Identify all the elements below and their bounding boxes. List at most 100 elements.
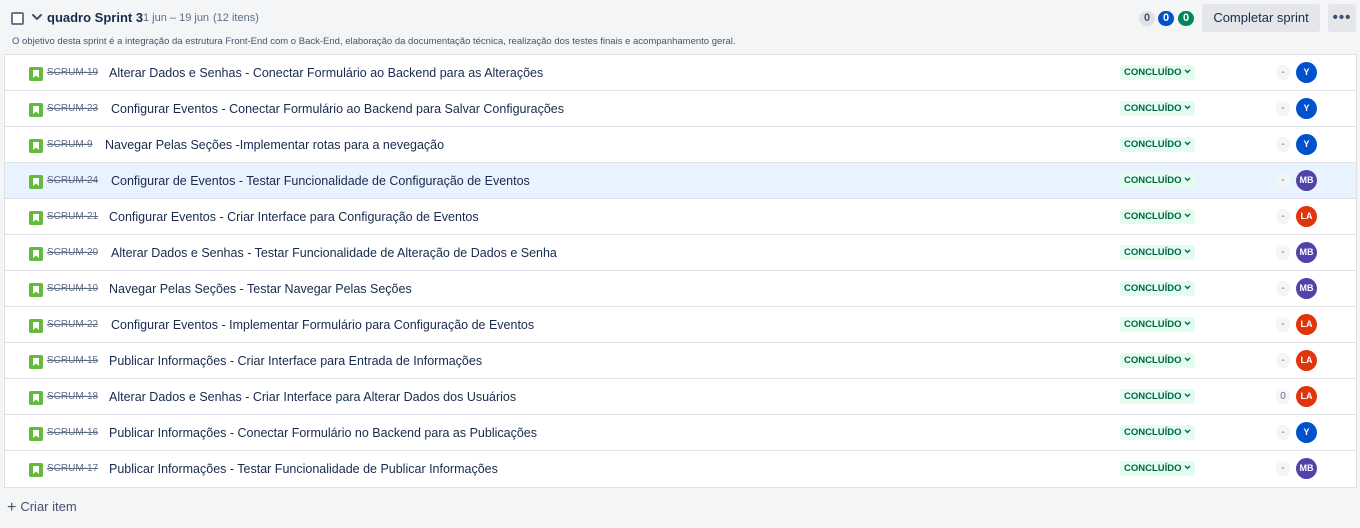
status-label: CONCLUÍDO <box>1124 211 1182 222</box>
story-points-estimate[interactable]: - <box>1276 281 1290 296</box>
status-dropdown[interactable]: CONCLUÍDO <box>1120 461 1195 476</box>
issue-key[interactable]: SCRUM-21 <box>47 211 98 222</box>
issue-key[interactable]: SCRUM-10 <box>47 283 98 294</box>
issue-summary[interactable]: Configurar Eventos - Criar Interface par… <box>109 210 479 224</box>
issue-key[interactable]: SCRUM-17 <box>47 463 98 474</box>
status-dropdown[interactable]: CONCLUÍDO <box>1120 353 1195 368</box>
issue-row[interactable]: SCRUM-10 Navegar Pelas Seções - Testar Na… <box>5 271 1356 307</box>
issue-summary[interactable]: Navegar Pelas Seções -Implementar rotas … <box>105 138 444 152</box>
sprint-goal: O objetivo desta sprint é a integração d… <box>12 36 736 47</box>
plus-icon: + <box>7 499 17 516</box>
assignee-avatar[interactable]: Y <box>1296 422 1317 443</box>
status-dropdown[interactable]: CONCLUÍDO <box>1120 101 1195 116</box>
status-label: CONCLUÍDO <box>1124 175 1182 186</box>
status-label: CONCLUÍDO <box>1124 319 1182 330</box>
issue-summary[interactable]: Configurar Eventos - Implementar Formulá… <box>111 318 534 332</box>
status-dropdown[interactable]: CONCLUÍDO <box>1120 425 1195 440</box>
story-points-estimate[interactable]: - <box>1276 245 1290 260</box>
more-actions-button[interactable]: ••• <box>1328 4 1356 32</box>
issue-key[interactable]: SCRUM-18 <box>47 391 98 402</box>
story-icon <box>29 211 43 225</box>
issue-list: SCRUM-19 Alterar Dados e Senhas - Conecta… <box>4 54 1357 488</box>
issue-summary[interactable]: Publicar Informações - Criar Interface p… <box>109 354 482 368</box>
story-icon <box>29 67 43 81</box>
status-dropdown[interactable]: CONCLUÍDO <box>1120 65 1195 80</box>
complete-sprint-button[interactable]: Completar sprint <box>1202 4 1320 32</box>
issue-key[interactable]: SCRUM-20 <box>47 247 98 258</box>
story-points-estimate[interactable]: - <box>1276 173 1290 188</box>
assignee-avatar[interactable]: Y <box>1296 62 1317 83</box>
story-points-estimate[interactable]: - <box>1276 317 1290 332</box>
issue-row[interactable]: SCRUM-18 Alterar Dados e Senhas - Criar I… <box>5 379 1356 415</box>
issue-summary[interactable]: Configurar de Eventos - Testar Funcional… <box>111 174 530 188</box>
story-points-estimate[interactable]: - <box>1276 461 1290 476</box>
status-dropdown[interactable]: CONCLUÍDO <box>1120 173 1195 188</box>
chevron-down-icon <box>1184 213 1190 218</box>
status-dropdown[interactable]: CONCLUÍDO <box>1120 245 1195 260</box>
sprint-name[interactable]: quadro Sprint 3 <box>47 10 143 25</box>
story-points-estimate[interactable]: - <box>1276 65 1290 80</box>
issue-summary[interactable]: Publicar Informações - Conectar Formulár… <box>109 426 537 440</box>
story-icon <box>29 103 43 117</box>
issue-key[interactable]: SCRUM-24 <box>47 175 98 186</box>
done-count-badge: 0 <box>1178 11 1194 26</box>
issue-key[interactable]: SCRUM-22 <box>47 319 98 330</box>
status-label: CONCLUÍDO <box>1124 139 1182 150</box>
issue-row[interactable]: SCRUM-24 Configurar de Eventos - Testar F… <box>5 163 1356 199</box>
issue-summary[interactable]: Alterar Dados e Senhas - Criar Interface… <box>109 390 516 404</box>
status-dropdown[interactable]: CONCLUÍDO <box>1120 317 1195 332</box>
issue-key[interactable]: SCRUM-16 <box>47 427 98 438</box>
issue-summary[interactable]: Publicar Informações - Testar Funcionali… <box>109 462 498 476</box>
issue-row[interactable]: SCRUM-21 Configurar Eventos - Criar Inter… <box>5 199 1356 235</box>
assignee-avatar[interactable]: MB <box>1296 278 1317 299</box>
sprint-item-count: (12 itens) <box>213 12 259 24</box>
todo-count-badge: 0 <box>1139 11 1155 26</box>
chevron-down-icon[interactable] <box>31 10 43 24</box>
story-points-estimate[interactable]: - <box>1276 425 1290 440</box>
issue-key[interactable]: SCRUM-9 <box>47 139 93 150</box>
issue-key[interactable]: SCRUM-23 <box>47 103 98 114</box>
issue-row[interactable]: SCRUM-23 Configurar Eventos - Conectar Fo… <box>5 91 1356 127</box>
assignee-avatar[interactable]: Y <box>1296 98 1317 119</box>
status-dropdown[interactable]: CONCLUÍDO <box>1120 389 1195 404</box>
story-points-estimate[interactable]: - <box>1276 353 1290 368</box>
assignee-avatar[interactable]: MB <box>1296 170 1317 191</box>
issue-row[interactable]: SCRUM-22 Configurar Eventos - Implementar… <box>5 307 1356 343</box>
assignee-avatar[interactable]: LA <box>1296 386 1317 407</box>
chevron-down-icon <box>1184 249 1190 254</box>
issue-key[interactable]: SCRUM-19 <box>47 67 98 78</box>
issue-row[interactable]: SCRUM-15 Publicar Informações - Criar Int… <box>5 343 1356 379</box>
story-points-estimate[interactable]: - <box>1276 209 1290 224</box>
assignee-avatar[interactable]: LA <box>1296 206 1317 227</box>
issue-row[interactable]: SCRUM-20 Alterar Dados e Senhas - Testar … <box>5 235 1356 271</box>
issue-row[interactable]: SCRUM-17 Publicar Informações - Testar Fu… <box>5 451 1356 487</box>
assignee-avatar[interactable]: Y <box>1296 134 1317 155</box>
assignee-avatar[interactable]: LA <box>1296 350 1317 371</box>
assignee-avatar[interactable]: MB <box>1296 242 1317 263</box>
story-points-estimate[interactable]: - <box>1276 137 1290 152</box>
issue-summary[interactable]: Alterar Dados e Senhas - Conectar Formul… <box>109 66 543 80</box>
chevron-down-icon <box>1184 69 1190 74</box>
story-points-estimate[interactable]: - <box>1276 101 1290 116</box>
issue-summary[interactable]: Alterar Dados e Senhas - Testar Funciona… <box>111 246 557 260</box>
issue-summary[interactable]: Configurar Eventos - Conectar Formulário… <box>111 102 564 116</box>
sprint-select-checkbox[interactable] <box>11 12 24 25</box>
story-icon <box>29 427 43 441</box>
chevron-down-icon <box>1184 429 1190 434</box>
status-dropdown[interactable]: CONCLUÍDO <box>1120 137 1195 152</box>
create-issue-button[interactable]: + Criar item <box>7 498 77 516</box>
issue-row[interactable]: SCRUM-9 Navegar Pelas Seções -Implementar… <box>5 127 1356 163</box>
issue-row[interactable]: SCRUM-16 Publicar Informações - Conectar … <box>5 415 1356 451</box>
issue-row[interactable]: SCRUM-19 Alterar Dados e Senhas - Conecta… <box>5 55 1356 91</box>
assignee-avatar[interactable]: MB <box>1296 458 1317 479</box>
status-label: CONCLUÍDO <box>1124 247 1182 258</box>
assignee-avatar[interactable]: LA <box>1296 314 1317 335</box>
story-icon <box>29 319 43 333</box>
status-dropdown[interactable]: CONCLUÍDO <box>1120 209 1195 224</box>
issue-key[interactable]: SCRUM-15 <box>47 355 98 366</box>
status-dropdown[interactable]: CONCLUÍDO <box>1120 281 1195 296</box>
sprint-dates: 1 jun – 19 jun <box>143 12 210 24</box>
story-icon <box>29 355 43 369</box>
story-points-estimate[interactable]: 0 <box>1276 389 1290 404</box>
issue-summary[interactable]: Navegar Pelas Seções - Testar Navegar Pe… <box>109 282 412 296</box>
